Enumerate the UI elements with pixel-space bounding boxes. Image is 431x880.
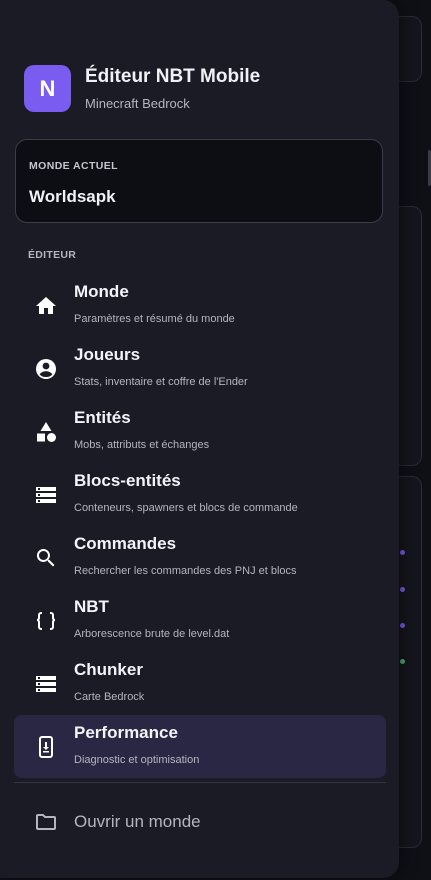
nav-item-blocs-entites[interactable]: Blocs-entités Conteneurs, spawners et bl… xyxy=(14,463,386,526)
nav-item-title: Joueurs xyxy=(74,345,141,364)
nav-item-description: Stats, inventaire et coffre de l'Ender xyxy=(74,376,248,388)
app-text: Éditeur NBT Mobile Minecraft Bedrock xyxy=(85,66,260,111)
nav-item-performance[interactable]: Performance Diagnostic et optimisation xyxy=(14,715,386,778)
nav-item-title: NBT xyxy=(74,597,109,616)
status-dot xyxy=(400,550,405,555)
nav-item-title: Performance xyxy=(74,723,178,742)
nav-item-description: Rechercher les commandes des PNJ et bloc… xyxy=(74,565,297,577)
search-icon xyxy=(34,546,58,570)
nav-item-chunker[interactable]: Chunker Carte Bedrock xyxy=(14,652,386,715)
nav-item-nbt[interactable]: NBT Arborescence brute de level.dat xyxy=(14,589,386,652)
open-world-label: Ouvrir un monde xyxy=(74,812,201,831)
open-world-button[interactable]: Ouvrir un monde xyxy=(14,800,386,844)
nav-item-joueurs[interactable]: Joueurs Stats, inventaire et coffre de l… xyxy=(14,337,386,400)
nav-item-title: Entités xyxy=(74,408,131,427)
nav-item-description: Arborescence brute de level.dat xyxy=(74,628,230,640)
storage-icon xyxy=(34,483,58,507)
drawer-header: N Éditeur NBT Mobile Minecraft Bedrock xyxy=(24,65,260,112)
navigation-drawer: N Éditeur NBT Mobile Minecraft Bedrock M… xyxy=(0,0,399,878)
app-subtitle: Minecraft Bedrock xyxy=(85,96,190,111)
nav-item-title: Chunker xyxy=(74,660,143,679)
account-circle-icon xyxy=(34,357,58,381)
nav-item-description: Carte Bedrock xyxy=(74,691,145,703)
nav-item-title: Blocs-entités xyxy=(74,471,181,490)
category-shapes-icon xyxy=(34,420,58,444)
current-world-name: Worldsapk xyxy=(29,187,116,206)
nav-item-commandes[interactable]: Commandes Rechercher les commandes des P… xyxy=(14,526,386,589)
status-dot xyxy=(400,623,405,628)
section-label: ÉDITEUR xyxy=(28,249,77,261)
status-dot xyxy=(400,587,405,592)
nav-item-description: Mobs, attributs et échanges xyxy=(74,439,210,451)
nav-item-title: Commandes xyxy=(74,534,177,553)
nav-item-title: Monde xyxy=(74,282,129,301)
data-object-icon xyxy=(34,609,58,633)
home-icon xyxy=(34,294,58,318)
storage-icon xyxy=(34,672,58,696)
app-avatar: N xyxy=(24,65,71,112)
nav-item-description: Paramètres et résumé du monde xyxy=(74,313,235,325)
nav-item-description: Diagnostic et optimisation xyxy=(74,754,200,766)
divider xyxy=(14,782,386,783)
current-world-card[interactable]: MONDE ACTUEL Worldsapk xyxy=(15,139,383,223)
nav-item-entites[interactable]: Entités Mobs, attributs et échanges xyxy=(14,400,386,463)
status-dot xyxy=(400,659,405,664)
nav-list: Monde Paramètres et résumé du monde Joue… xyxy=(14,274,386,778)
nav-item-description: Conteneurs, spawners et blocs de command… xyxy=(74,502,298,514)
nav-item-monde[interactable]: Monde Paramètres et résumé du monde xyxy=(14,274,386,337)
folder-icon xyxy=(34,810,58,834)
current-world-label: MONDE ACTUEL xyxy=(29,160,118,172)
app-title: Éditeur NBT Mobile xyxy=(85,66,261,87)
phone-download-icon xyxy=(34,735,58,759)
